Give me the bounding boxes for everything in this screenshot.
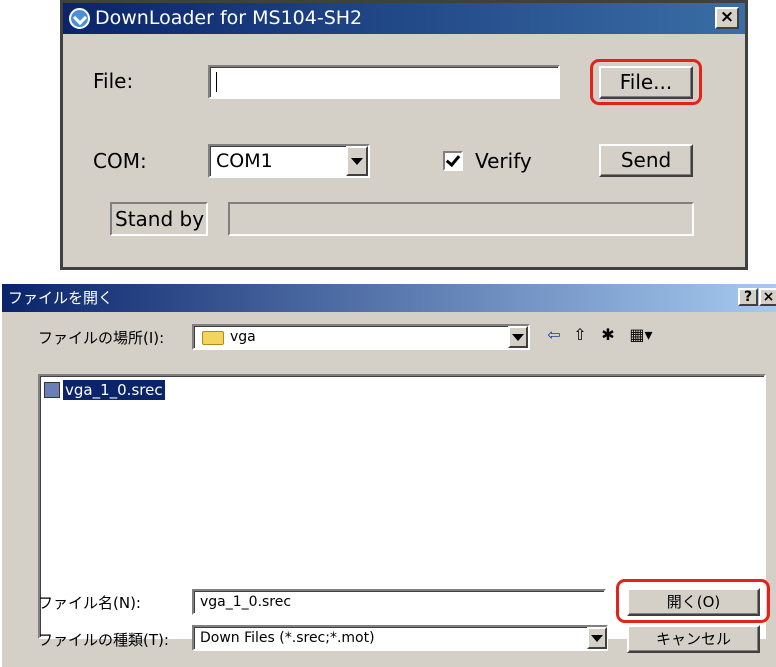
back-icon[interactable]: ⇦	[542, 324, 566, 348]
help-button[interactable]: ?	[738, 288, 758, 306]
dialog-close-button[interactable]: ×	[759, 288, 776, 306]
view-menu-icon[interactable]: ▦▾	[624, 324, 658, 348]
app-icon	[69, 8, 90, 29]
filetype-label: ファイルの種類(T):	[38, 631, 169, 649]
close-button[interactable]: ×	[715, 7, 739, 29]
verify-label: Verify	[475, 149, 532, 173]
filename-input[interactable]: vga_1_0.srec	[192, 589, 606, 615]
up-folder-icon[interactable]: ⇧	[568, 324, 592, 348]
send-button[interactable]: Send	[599, 144, 693, 177]
status-text: Stand by	[110, 202, 208, 236]
downloader-window: DownLoader for MS104-SH2 × File: File...…	[60, 0, 748, 270]
chevron-down-icon[interactable]	[587, 627, 607, 649]
file-browse-button[interactable]: File...	[599, 66, 693, 99]
file-path-input[interactable]	[208, 65, 560, 99]
file-icon	[44, 382, 60, 398]
look-in-label: ファイルの場所(I):	[38, 329, 165, 347]
cancel-button[interactable]: キャンセル	[627, 625, 760, 653]
open-file-dialog: ファイルを開く ? × ファイルの場所(I): vga ⇦ ⇧ ✱ ▦▾ vga…	[0, 282, 776, 667]
downloader-title: DownLoader for MS104-SH2	[95, 7, 363, 29]
new-folder-icon[interactable]: ✱	[596, 324, 620, 348]
look-in-select[interactable]: vga	[192, 324, 530, 350]
verify-checkbox[interactable]	[443, 151, 463, 171]
com-label: COM:	[93, 149, 147, 173]
dialog-titlebar[interactable]: ファイルを開く ? ×	[2, 284, 776, 312]
chevron-down-icon[interactable]	[508, 326, 528, 348]
filename-label: ファイル名(N):	[38, 594, 141, 612]
downloader-titlebar[interactable]: DownLoader for MS104-SH2 ×	[63, 3, 745, 34]
file-name: vga_1_0.srec	[63, 380, 165, 400]
close-icon: ×	[719, 7, 735, 27]
folder-icon	[202, 331, 224, 345]
progress-bar	[228, 202, 694, 236]
open-button[interactable]: 開く(O)	[627, 588, 760, 616]
help-icon: ?	[743, 289, 753, 305]
close-icon: ×	[762, 289, 775, 305]
dialog-title: ファイルを開く	[8, 289, 114, 307]
file-label: File:	[93, 69, 134, 93]
text-cursor	[216, 72, 217, 92]
chevron-down-icon[interactable]	[346, 146, 368, 176]
filetype-select[interactable]: Down Files (*.srec;*.mot)	[192, 625, 608, 651]
